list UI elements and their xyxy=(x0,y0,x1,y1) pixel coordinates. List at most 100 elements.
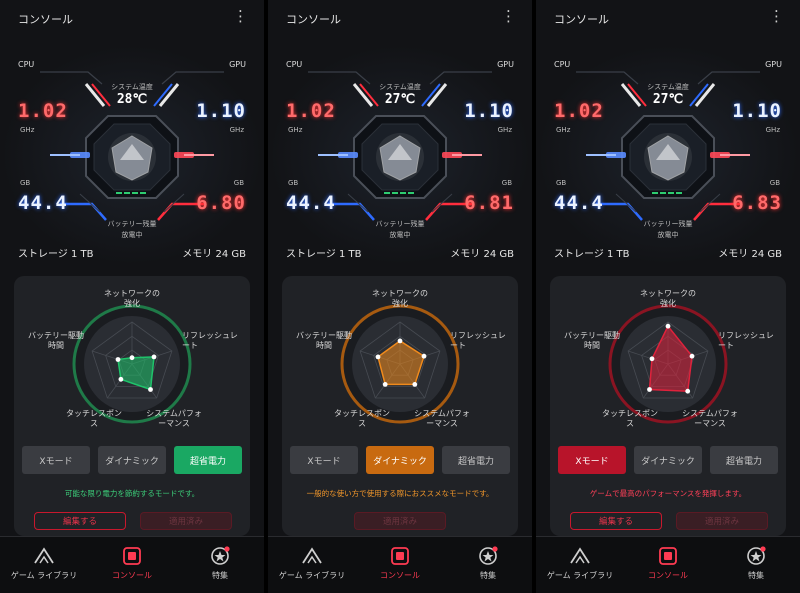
system-dashboard: CPU GPU システム温度 28℃ 1.02 1.10 GHz GHz GB … xyxy=(0,44,264,266)
memory-unit: GB xyxy=(501,179,512,187)
cpu-label: CPU xyxy=(554,60,571,69)
nav-game-library[interactable]: ゲーム ライブラリ xyxy=(0,545,88,581)
storage-unit: GB xyxy=(556,179,567,187)
battery-caption: バッテリー残量 xyxy=(375,220,425,228)
nav-label: コンソール xyxy=(112,571,152,580)
radar-point-4 xyxy=(647,387,652,392)
dynamic-mode-button[interactable]: ダイナミック xyxy=(366,446,434,474)
console-icon xyxy=(391,547,409,565)
nav-label: コンソール xyxy=(648,571,688,580)
nav-featured[interactable]: 特集 xyxy=(176,545,264,581)
cpu-frequency: 1.02 xyxy=(554,100,604,122)
mode-selector: Xモード ダイナミック 超省電力 xyxy=(290,446,510,476)
x-mode-button[interactable]: Xモード xyxy=(290,446,358,474)
power-saving-mode-button[interactable]: 超省電力 xyxy=(710,446,778,474)
mode-card: ネットワークの 強化 バッテリー駆動 時間 リフレッシュレ ート タッチレスポンス シ… xyxy=(282,276,518,536)
system-dashboard: CPU GPU システム温度 27℃ 1.02 1.10 GHz GHz GB … xyxy=(268,44,532,266)
x-mode-button[interactable]: Xモード xyxy=(558,446,626,474)
radar-point-4 xyxy=(118,376,124,382)
applied-button[interactable]: 適用済み xyxy=(354,512,446,530)
radar-point-3 xyxy=(685,388,691,394)
radar-point-4 xyxy=(382,382,388,387)
game-library-icon xyxy=(302,547,322,564)
radar-point-5 xyxy=(115,357,121,362)
storage-unit: GB xyxy=(288,179,299,187)
page-title: コンソール xyxy=(286,13,341,26)
nav-label: ゲーム ライブラリ xyxy=(546,571,614,580)
nav-console[interactable]: コンソール xyxy=(88,545,176,581)
gpu-label: GPU xyxy=(765,60,782,69)
radar-label-refresh: リフレッシュレ ート xyxy=(718,331,774,350)
more-menu-icon[interactable]: ⋮ xyxy=(769,9,784,24)
power-saving-mode-button[interactable]: 超省電力 xyxy=(174,446,242,474)
applied-button[interactable]: 適用済み xyxy=(140,512,232,530)
nav-label: 特集 xyxy=(480,571,496,580)
battery-status: 放電中 xyxy=(389,231,411,239)
system-dashboard: CPU GPU システム温度 27℃ 1.02 1.10 GHz GHz GB … xyxy=(536,44,800,266)
radar-point-2 xyxy=(151,354,157,360)
nav-label: ゲーム ライブラリ xyxy=(10,571,78,580)
radar-point-1 xyxy=(665,323,671,329)
radar-label-network: ネットワークの 強化 xyxy=(640,289,696,308)
page-title: コンソール xyxy=(554,13,609,26)
dynamic-mode-button[interactable]: ダイナミック xyxy=(98,446,166,474)
mode-selector: Xモード ダイナミック 超省電力 xyxy=(22,446,242,476)
radar-label-battery: バッテリー駆動 時間 xyxy=(28,331,84,350)
radar-point-5 xyxy=(375,354,381,360)
top-bar: コンソール ⋮ xyxy=(268,0,532,40)
dynamic-mode-button[interactable]: ダイナミック xyxy=(634,446,702,474)
storage-total: ストレージ 1 TB xyxy=(554,249,630,260)
more-menu-icon[interactable]: ⋮ xyxy=(233,9,248,24)
top-bar: コンソール ⋮ xyxy=(536,0,800,40)
temperature-caption: システム温度 xyxy=(379,83,421,91)
memory-unit: GB xyxy=(769,179,780,187)
mode-selector: Xモード ダイナミック 超省電力 xyxy=(558,446,778,476)
gpu-label: GPU xyxy=(497,60,514,69)
radar-label-touch: タッチレスポンス xyxy=(334,409,390,428)
console-icon xyxy=(123,547,141,565)
mode-description: 一般的な使い方で使用する際におススメなモードです。 xyxy=(306,489,494,498)
gpu-unit: GHz xyxy=(497,126,512,134)
radar-point-3 xyxy=(148,387,153,392)
top-bar: コンソール ⋮ xyxy=(0,0,264,40)
nav-label: コンソール xyxy=(380,571,420,580)
memory-used: 6.81 xyxy=(464,192,514,214)
three-panel-screenshot: コンソール ⋮ CPU GPU システム温度 28℃ 1.02 1.10 GHz… xyxy=(0,0,800,593)
edit-button[interactable]: 編集する xyxy=(570,512,662,530)
memory-total: メモリ 24 GB xyxy=(182,249,246,260)
nav-game-library[interactable]: ゲーム ライブラリ xyxy=(536,545,624,581)
gpu-frequency: 1.10 xyxy=(196,100,246,122)
game-library-icon xyxy=(570,547,590,564)
nav-console[interactable]: コンソール xyxy=(624,545,712,581)
nav-game-library[interactable]: ゲーム ライブラリ xyxy=(268,545,356,581)
gpu-unit: GHz xyxy=(765,126,780,134)
cpu-label: CPU xyxy=(286,60,303,69)
featured-star-icon xyxy=(211,546,230,565)
more-menu-icon[interactable]: ⋮ xyxy=(501,9,516,24)
gpu-unit: GHz xyxy=(229,126,244,134)
radar-label-touch: タッチレスポンス xyxy=(602,409,658,428)
storage-used: 44.4 xyxy=(554,192,604,214)
storage-used: 44.4 xyxy=(18,192,68,214)
mode-card: ネットワークの 強化 バッテリー駆動 時間 リフレッシュレ ート タッチレスポンス シ… xyxy=(550,276,786,536)
nav-console[interactable]: コンソール xyxy=(356,545,444,581)
cpu-frequency: 1.02 xyxy=(18,100,68,122)
power-saving-mode-button[interactable]: 超省電力 xyxy=(442,446,510,474)
console-panel-3: コンソール ⋮ CPU GPU システム温度 27℃ 1.02 1.10 GHz… xyxy=(536,0,800,593)
temperature-caption: システム温度 xyxy=(111,83,153,91)
edit-button[interactable]: 編集する xyxy=(34,512,126,530)
battery-caption: バッテリー残量 xyxy=(107,220,157,228)
nav-featured[interactable]: 特集 xyxy=(444,545,532,581)
nav-featured[interactable]: 特集 xyxy=(712,545,800,581)
radar-point-5 xyxy=(649,356,655,362)
radar-point-1 xyxy=(129,355,135,361)
radar-label-touch: タッチレスポンス xyxy=(66,409,122,428)
featured-star-icon xyxy=(747,546,766,565)
applied-button[interactable]: 適用済み xyxy=(676,512,768,530)
nav-label: 特集 xyxy=(212,571,228,580)
radar-point-2 xyxy=(421,353,427,359)
storage-unit: GB xyxy=(20,179,31,187)
console-icon xyxy=(659,547,677,565)
mode-description: ゲームで最高のパフォーマンスを発揮します。 xyxy=(589,489,747,498)
x-mode-button[interactable]: Xモード xyxy=(22,446,90,474)
